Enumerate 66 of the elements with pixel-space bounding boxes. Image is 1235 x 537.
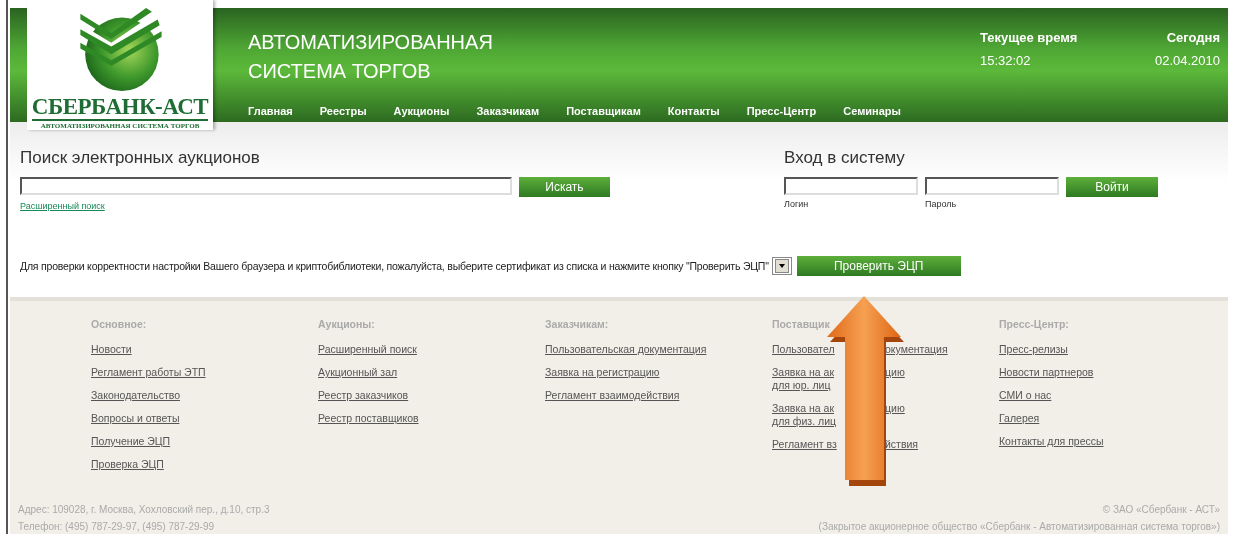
site-title: АВТОМАТИЗИРОВАННАЯ: [248, 30, 494, 55]
footer-link[interactable]: Вопросы и ответы: [91, 412, 180, 425]
address-text: Телефон: (495) 787-29-97, (495) 787-29-99: [18, 520, 216, 534]
nav-link[interactable]: Поставщикам: [566, 105, 641, 117]
nav-link[interactable]: Главная: [248, 105, 293, 117]
footer-link[interactable]: Заявка на ак: [772, 402, 846, 415]
nav-link[interactable]: Аукционы: [393, 105, 450, 117]
footer-link[interactable]: Пользовательская документация: [545, 343, 707, 356]
check-signature-button[interactable]: Проверить ЭЦП: [796, 256, 961, 276]
footer-link[interactable]: Галерея: [999, 412, 1040, 425]
footer-heading: Аукционы:: [318, 318, 376, 330]
footer-link[interactable]: Пресс-релизы: [999, 343, 1068, 356]
footer-link[interactable]: йствия: [885, 438, 919, 451]
field-label: Логин: [784, 199, 810, 209]
certificate-dropdown[interactable]: [771, 257, 792, 275]
footer-link[interactable]: для физ. лиц: [772, 415, 836, 428]
site-title: СИСТЕМА ТОРГОВ: [248, 59, 432, 84]
footer-link[interactable]: Контакты для прессы: [999, 435, 1104, 448]
footer-link[interactable]: Проверка ЭЦП: [91, 458, 164, 471]
footer-link[interactable]: Законодательство: [91, 389, 180, 402]
footer-link[interactable]: Новости партнеров: [999, 366, 1094, 379]
clock-label: Текущее время: [979, 30, 1079, 45]
login-button[interactable]: Войти: [1066, 177, 1158, 197]
instruction-text: Для проверки корректности настройки Вашего браузера и криптобиблиотеки, пожалуйста, выберите сертификат из списка и нажмите кнопку "Проверить ЭЦП": [20, 260, 769, 272]
nav-link[interactable]: Контакты: [667, 105, 720, 117]
address-text: Адрес: 109028, г. Москва, Хохловский пер., д.10, стр.3: [18, 503, 270, 517]
field-label: Пароль: [925, 199, 958, 209]
footer-heading: Пресс-Центр:: [999, 318, 1070, 330]
caret-icon: [774, 259, 789, 273]
footer-link[interactable]: Заявка на регистрацию: [545, 366, 660, 379]
search-field[interactable]: [20, 177, 512, 195]
footer-heading: Заказчикам:: [545, 318, 610, 330]
clock-value: 15:32:02: [979, 53, 1032, 68]
section-title: Поиск электронных аукционов: [20, 148, 261, 168]
footer-link[interactable]: Пользовател: [772, 343, 846, 356]
copyright-text: © ЗАО «Сбербанк - АСТ»: [1101, 503, 1220, 517]
footer-link[interactable]: окументация: [885, 343, 948, 356]
nav-link[interactable]: Заказчикам: [476, 105, 540, 117]
footer-heading: Поставщик: [772, 318, 831, 330]
advanced-search-link[interactable]: Расширенный поиск: [20, 201, 610, 211]
footer-link[interactable]: Новости: [91, 343, 132, 356]
nav-link[interactable]: Семинары: [843, 105, 901, 117]
password-field[interactable]: [925, 177, 1059, 195]
footer-link[interactable]: цию: [885, 402, 905, 415]
footer-heading: Основное:: [91, 318, 148, 330]
footer-link[interactable]: Регламент взаимодействия: [545, 389, 680, 402]
section-title: Вход в систему: [784, 148, 906, 168]
nav-link[interactable]: Реестры: [319, 105, 367, 117]
logo-name: СБЕРБАНК-АСТ: [31, 95, 209, 121]
search-button[interactable]: Искать: [518, 177, 610, 197]
footer-link[interactable]: цию: [885, 366, 905, 379]
footer-link[interactable]: Аукционный зал: [318, 366, 398, 379]
footer-link[interactable]: Регламент вз: [772, 438, 846, 451]
footer-link[interactable]: Расширенный поиск: [318, 343, 417, 356]
copyright-text: (Закрытое акционерное общество «Сбербанк - Автоматизированная система торгов»): [818, 520, 1220, 534]
footer-link[interactable]: СМИ о нас: [999, 389, 1052, 402]
clock-label: Сегодня: [1165, 30, 1220, 45]
footer-link[interactable]: Получение ЭЦП: [91, 435, 171, 448]
footer-link[interactable]: Заявка на ак: [772, 366, 846, 379]
footer-link[interactable]: Реестр заказчиков: [318, 389, 409, 402]
clock-value: 02.04.2010: [1154, 53, 1220, 68]
footer-link[interactable]: Реестр поставщиков: [318, 412, 419, 425]
nav-link[interactable]: Пресс-Центр: [746, 105, 817, 117]
login-field[interactable]: [784, 177, 918, 195]
footer-link[interactable]: Регламент работы ЭТП: [91, 366, 206, 379]
footer-link[interactable]: для юр. лиц: [772, 379, 831, 392]
